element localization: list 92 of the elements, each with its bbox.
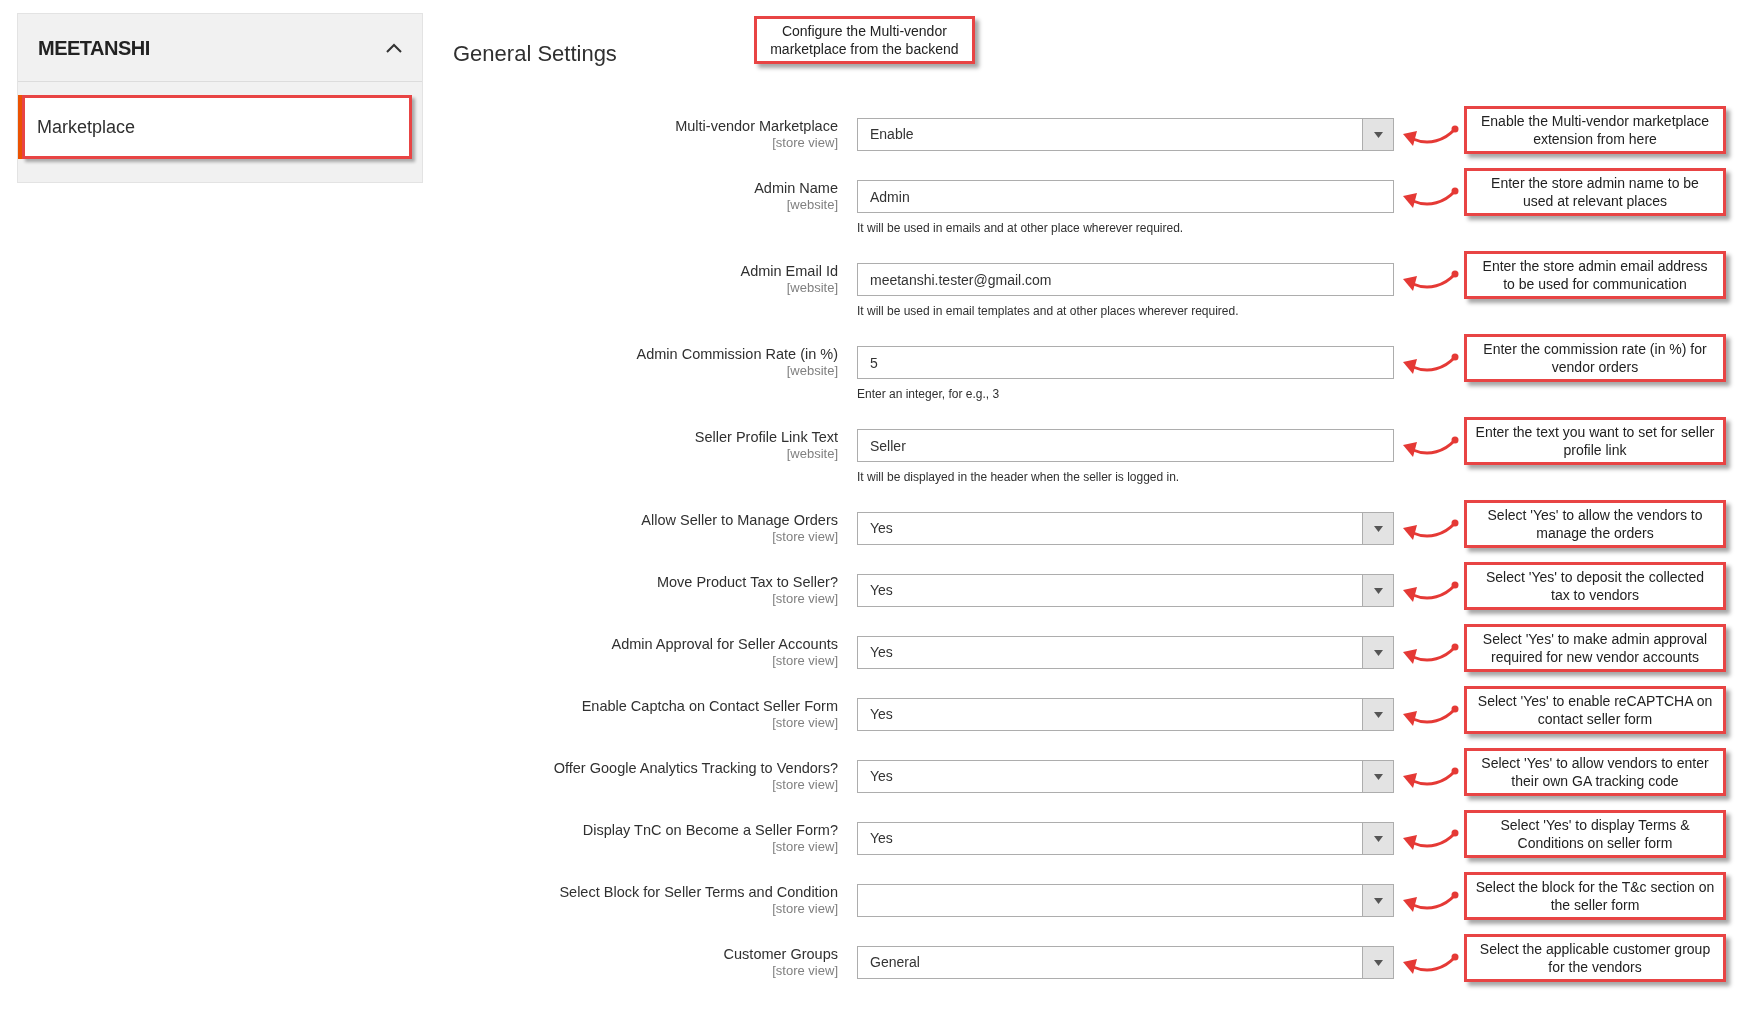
annotation-callout: Enter the store admin name to be used at relevant places [1464, 168, 1726, 216]
field-label: Seller Profile Link Text [693, 429, 838, 446]
sidebar-item[interactable]: Marketplace [22, 95, 412, 159]
scope-label: [store view] [771, 777, 838, 792]
dropdown-field[interactable] [857, 884, 1394, 917]
curved-arrow-icon [1403, 187, 1459, 208]
annotation-callout: Select 'Yes' to make admin approval required for new vendor accounts [1464, 624, 1726, 672]
scope-label: [website] [785, 280, 838, 295]
dropdown-toggle[interactable] [1362, 513, 1393, 544]
page-title: General Settings [453, 40, 617, 68]
caret-icon [1373, 525, 1383, 532]
text-field[interactable]: Admin [857, 180, 1394, 213]
curved-arrow-icon [1403, 270, 1459, 291]
caret-icon [1373, 897, 1383, 904]
caret-icon [1373, 587, 1383, 594]
field-label: Allow Seller to Manage Orders [640, 512, 838, 529]
annotation-callout: Select the block for the T&c section on the seller form [1464, 872, 1726, 920]
annotation-callout: Enable the Multi-vendor marketplace extension from here [1464, 106, 1726, 154]
scope-label: [store view] [771, 529, 838, 544]
curved-arrow-icon [1403, 519, 1459, 540]
dropdown-field[interactable]: Yes [857, 698, 1394, 731]
dropdown-field[interactable]: Yes [857, 636, 1394, 669]
curved-arrow-icon [1403, 436, 1459, 457]
scope-label: [website] [785, 446, 838, 461]
annotation-callout: Select 'Yes' to display Terms & Conditions on seller form [1464, 810, 1726, 858]
field-label: Admin Name [753, 180, 838, 197]
field-label: Customer Groups [722, 946, 838, 963]
caret-icon [1373, 711, 1383, 718]
annotation-callout: Select the applicable customer group for the vendors [1464, 934, 1726, 982]
annotation-callout: Select 'Yes' to allow vendors to enter their own GA tracking code [1464, 748, 1726, 796]
dropdown-field[interactable]: General [857, 946, 1394, 979]
curved-arrow-icon [1403, 953, 1459, 974]
field-hint: It will be used in emails and at other place wherever required. [857, 220, 1185, 237]
curved-arrow-icon [1403, 353, 1459, 374]
annotation-callout: Enter the store admin email address to be used for communication [1464, 251, 1726, 299]
field-label: Admin Email Id [739, 263, 838, 280]
brand-logo: MEETANSHI [38, 35, 150, 61]
curved-arrow-icon [1403, 767, 1459, 788]
dropdown-toggle[interactable] [1362, 699, 1393, 730]
field-hint: Enter an integer, for e.g., 3 [857, 386, 1001, 403]
caret-icon [1373, 773, 1383, 780]
field-label: Display TnC on Become a Seller Form? [581, 822, 838, 839]
dropdown-toggle[interactable] [1362, 823, 1393, 854]
annotation-callout: Enter the commission rate (in %) for vendor orders [1464, 334, 1726, 382]
text-field[interactable]: meetanshi.tester@gmail.com [857, 263, 1394, 296]
text-field[interactable]: 5 [857, 346, 1394, 379]
field-label: Admin Commission Rate (in %) [635, 346, 838, 363]
caret-icon [1373, 131, 1383, 138]
dropdown-toggle[interactable] [1362, 119, 1393, 150]
field-label: Multi-vendor Marketplace [674, 118, 838, 135]
sidebar-header[interactable]: MEETANSHI [18, 14, 422, 82]
scope-label: [website] [785, 197, 838, 212]
curved-arrow-icon [1403, 891, 1459, 912]
scope-label: [store view] [771, 591, 838, 606]
field-hint: It will be displayed in the header when the seller is logged in. [857, 469, 1181, 486]
dropdown-field[interactable]: Enable [857, 118, 1394, 151]
scope-label: [website] [785, 363, 838, 378]
scope-label: [store view] [771, 135, 838, 150]
field-label: Enable Captcha on Contact Seller Form [580, 698, 838, 715]
curved-arrow-icon [1403, 705, 1459, 726]
caret-icon [1373, 649, 1383, 656]
scope-label: [store view] [771, 839, 838, 854]
scope-label: [store view] [771, 715, 838, 730]
field-label: Admin Approval for Seller Accounts [610, 636, 838, 653]
dropdown-toggle[interactable] [1362, 575, 1393, 606]
dropdown-field[interactable]: Yes [857, 760, 1394, 793]
scope-label: [store view] [771, 963, 838, 978]
dropdown-field[interactable]: Yes [857, 574, 1394, 607]
annotation-callout: Select 'Yes' to enable reCAPTCHA on contact seller form [1464, 686, 1726, 734]
curved-arrow-icon [1403, 581, 1459, 602]
curved-arrow-icon [1403, 829, 1459, 850]
dropdown-field[interactable]: Yes [857, 512, 1394, 545]
text-field[interactable]: Seller [857, 429, 1394, 462]
field-hint: It will be used in email templates and at other places wherever required. [857, 303, 1240, 320]
dropdown-toggle[interactable] [1362, 885, 1393, 916]
annotation-callout: Select 'Yes' to deposit the collected tax to vendors [1464, 562, 1726, 610]
annotation-callout: Select 'Yes' to allow the vendors to manage the orders [1464, 500, 1726, 548]
scope-label: [store view] [771, 653, 838, 668]
scope-label: [store view] [771, 901, 838, 916]
dropdown-field[interactable]: Yes [857, 822, 1394, 855]
annotation-callout: Enter the text you want to set for seller profile link [1464, 417, 1726, 465]
field-label: Offer Google Analytics Tracking to Vendors? [552, 760, 838, 777]
field-label: Move Product Tax to Seller? [655, 574, 838, 591]
caret-icon [1373, 959, 1383, 966]
dropdown-toggle[interactable] [1362, 761, 1393, 792]
field-label: Select Block for Seller Terms and Condition [558, 884, 838, 901]
dropdown-toggle[interactable] [1362, 947, 1393, 978]
curved-arrow-icon [1403, 125, 1459, 146]
caret-icon [1373, 835, 1383, 842]
dropdown-toggle[interactable] [1362, 637, 1393, 668]
annotation-callout: Configure the Multi-vendor marketplace from the backend [753, 16, 975, 64]
curved-arrow-icon [1403, 643, 1459, 664]
